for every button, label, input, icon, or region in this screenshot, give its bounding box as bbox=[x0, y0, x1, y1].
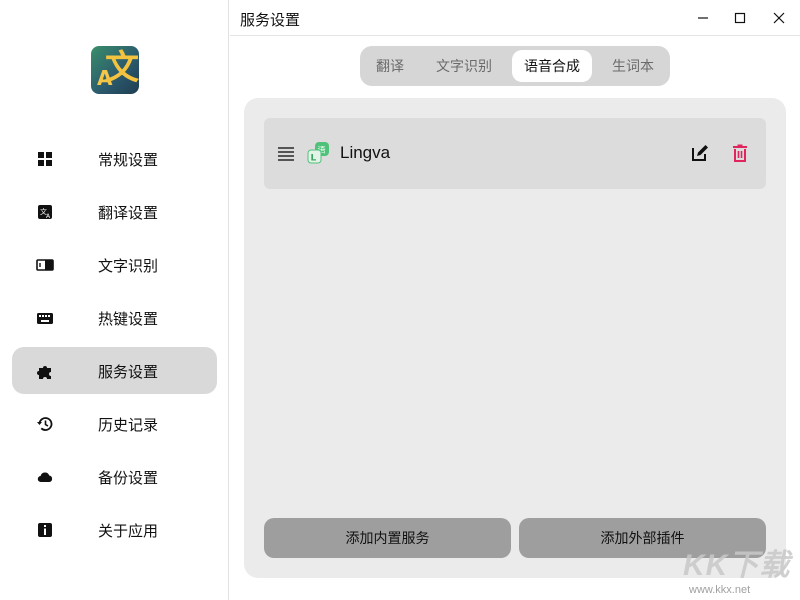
sidebar: A 文 常规设置 文 A 翻译设置 文字识别 热键设置 服务设置 历史记录 备份… bbox=[0, 0, 229, 600]
sidebar-item-ocr[interactable]: 文字识别 bbox=[12, 241, 217, 288]
maximize-icon bbox=[734, 12, 746, 24]
minimize-icon bbox=[698, 17, 708, 19]
close-button[interactable] bbox=[766, 6, 792, 30]
sidebar-item-about[interactable]: 关于应用 bbox=[12, 506, 217, 553]
sidebar-item-service[interactable]: 服务设置 bbox=[12, 347, 217, 394]
tab-vocabulary[interactable]: 生词本 bbox=[600, 50, 666, 82]
sidebar-item-label: 文字识别 bbox=[98, 258, 159, 275]
sidebar-item-label: 热键设置 bbox=[98, 311, 159, 328]
window-title: 服务设置 bbox=[240, 12, 301, 29]
sidebar-item-label: 常规设置 bbox=[98, 152, 159, 169]
maximize-button[interactable] bbox=[727, 6, 753, 30]
sidebar-item-label: 关于应用 bbox=[98, 523, 159, 540]
title-bar: 服务设置 bbox=[230, 0, 800, 36]
lingva-icon: 语 L bbox=[307, 142, 329, 164]
watermark-url: www.kkx.net bbox=[689, 584, 751, 596]
sidebar-item-label: 历史记录 bbox=[98, 417, 159, 434]
sidebar-nav: 常规设置 文 A 翻译设置 文字识别 热键设置 服务设置 历史记录 备份设置 关… bbox=[12, 135, 217, 559]
info-icon bbox=[38, 523, 52, 537]
tab-translate[interactable]: 翻译 bbox=[366, 50, 414, 82]
service-panel: 语 L Lingva 添加内置服务 添加外部插件 bbox=[244, 98, 786, 578]
svg-text:L: L bbox=[311, 154, 317, 164]
edit-icon[interactable] bbox=[689, 142, 711, 164]
ocr-icon bbox=[36, 259, 54, 271]
service-list-item[interactable]: 语 L Lingva bbox=[264, 118, 766, 189]
tab-tts[interactable]: 语音合成 bbox=[512, 50, 592, 82]
delete-icon[interactable] bbox=[729, 142, 751, 164]
sidebar-item-general[interactable]: 常规设置 bbox=[12, 135, 217, 182]
sidebar-item-label: 翻译设置 bbox=[98, 205, 159, 222]
sidebar-item-hotkey[interactable]: 热键设置 bbox=[12, 294, 217, 341]
sidebar-item-backup[interactable]: 备份设置 bbox=[12, 453, 217, 500]
app-logo: A 文 bbox=[91, 46, 139, 94]
sidebar-item-label: 服务设置 bbox=[98, 364, 159, 381]
minimize-button[interactable] bbox=[690, 6, 716, 30]
sidebar-item-label: 备份设置 bbox=[98, 470, 159, 487]
keyboard-icon bbox=[37, 313, 53, 324]
sidebar-item-history[interactable]: 历史记录 bbox=[12, 400, 217, 447]
translate-icon: 文 A bbox=[38, 205, 52, 220]
add-external-plugin-button[interactable]: 添加外部插件 bbox=[519, 518, 766, 558]
add-builtin-service-button[interactable]: 添加内置服务 bbox=[264, 518, 511, 558]
service-name: Lingva bbox=[340, 143, 391, 162]
close-icon bbox=[773, 12, 785, 24]
tab-ocr[interactable]: 文字识别 bbox=[424, 50, 504, 82]
history-icon bbox=[37, 417, 53, 431]
cloud-icon bbox=[37, 472, 53, 483]
puzzle-icon bbox=[37, 366, 51, 379]
sidebar-item-translate[interactable]: 文 A 翻译设置 bbox=[12, 188, 217, 235]
grid-icon bbox=[38, 152, 52, 166]
drag-handle-icon[interactable] bbox=[276, 145, 296, 161]
service-tabs: 翻译 文字识别 语音合成 生词本 bbox=[360, 46, 670, 86]
